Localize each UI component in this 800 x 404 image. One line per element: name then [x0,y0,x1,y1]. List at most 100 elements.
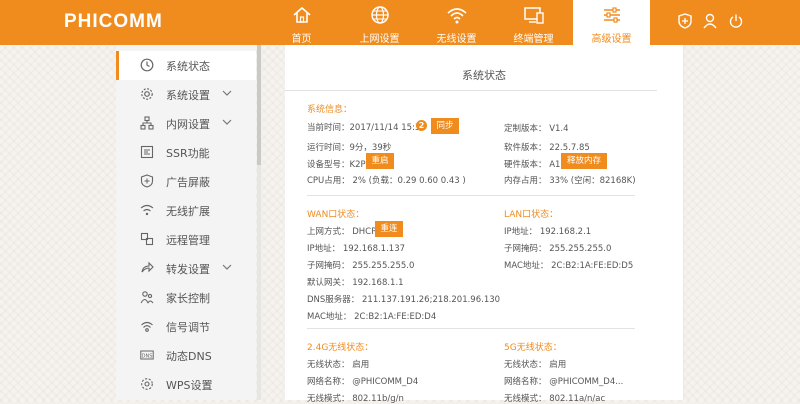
sidebar-item-forwarding[interactable]: 转发设置 [116,254,256,283]
sidebar-item-label: 广告屏蔽 [166,176,210,189]
lan-ip: IP地址： 192.168.2.1 [504,227,592,237]
wan-ip: IP地址： 192.168.1.137 [307,244,406,254]
lan-status-heading: LAN口状态： [504,210,559,220]
sidebar-item-label: 信号调节 [166,321,210,334]
nav-tab-label: 首页 [291,34,312,45]
nav-tab-label: 终端管理 [513,34,554,45]
clock-icon [140,58,154,72]
current-time: 当前时间：2017/11/14 15:35 [307,123,426,133]
wan-mac: MAC地址： 2C:B2:1A:FE:ED:D4 [307,312,437,322]
power-icon[interactable] [729,13,743,29]
wifi-5g-heading: 5G无线状态： [504,343,562,353]
firmware-version: 软件版本： 22.5.7.85 [504,143,590,153]
nav-tab-internet[interactable]: 上网设置 [341,0,418,45]
network-icon [140,116,154,130]
sidebar-item-ddns[interactable]: DNS 动态DNS [116,341,256,370]
sidebar-item-system-status[interactable]: 系统状态 [116,51,256,80]
nav-tab-devices[interactable]: 终端管理 [495,0,572,45]
chevron-down-icon [222,90,232,96]
section-divider [307,195,635,196]
custom-version: 定制版本： V1.4 [504,124,569,134]
title-divider [285,90,657,91]
reconnect-button[interactable]: 重连 [375,221,403,237]
wifi-5g-state: 无线状态： 启用 [504,360,567,370]
lan-subnet-mask: 子网掩码： 255.255.255.0 [504,244,612,254]
forward-icon [141,261,154,273]
sidebar-item-label: SSR功能 [166,147,210,160]
shield-icon [140,174,154,188]
lan-mac: MAC地址： 2C:B2:1A:FE:ED:D5 [504,261,634,271]
globe-icon [370,6,389,24]
wan-gateway: 默认网关： 192.168.1.1 [307,278,404,288]
sidebar-item-label: 转发设置 [166,263,210,276]
sidebar-item-parental-control[interactable]: 家长控制 [116,283,256,312]
wan-status-heading: WAN口状态： [307,210,365,220]
wifi-24g-ssid: 网络名称： @PHICOMM_D4 [307,377,419,387]
sidebar-item-label: 系统状态 [166,60,210,73]
sync-count-badge: 2 [416,120,427,131]
home-icon [292,6,311,23]
page-title: 系统状态 [462,69,506,82]
sidebar-item-label: 无线扩展 [166,205,210,218]
sidebar-item-label: 家长控制 [166,292,210,305]
cpu-usage: CPU占用： 2% (负载：0.29 0.60 0.43 ) [307,176,466,186]
wifi-extend-icon [140,204,154,216]
wan-connection-type: 上网方式： DHCP [307,227,377,237]
wifi-icon [446,8,467,24]
system-status-panel: 系统状态 系统信息： 当前时间：2017/11/14 15:35 2 同步 运行… [285,45,683,404]
sidebar-item-wps[interactable]: WPS设置 [116,370,256,399]
uptime: 运行时间：9分，39秒 [307,143,392,153]
wifi-24g-mode: 无线模式： 802.11b/g/n [307,394,404,404]
chevron-down-icon [222,119,232,125]
sidebar: 系统状态 系统设置 内网设置 SSR功能 广告屏蔽 无线扩展 远程管理 转发设置… [116,45,256,400]
devices-icon [523,7,544,24]
sidebar-item-label: 系统设置 [166,89,210,102]
wifi-24g-heading: 2.4G无线状态： [307,343,374,353]
sidebar-item-ssr[interactable]: SSR功能 [116,138,256,167]
device-model: 设备型号：K2P [307,160,366,170]
nav-tab-label: 无线设置 [436,34,477,45]
wifi-5g-ssid: 网络名称： @PHICOMM_D4... [504,377,624,387]
top-navigation-bar: PHICOMM 首页 上网设置 无线设置 终端管理 高级设置 [0,0,800,45]
sidebar-item-system-settings[interactable]: 系统设置 [116,80,256,109]
signal-icon [141,321,153,332]
sidebar-item-label: 动态DNS [166,350,212,363]
dns-icon: DNS [140,350,154,360]
ssr-icon [140,145,154,159]
sidebar-item-label: 内网设置 [166,118,210,131]
sidebar-item-wireless-extend[interactable]: 无线扩展 [116,196,256,225]
sidebar-scrollbar-thumb[interactable] [257,45,261,165]
nav-tab-advanced[interactable]: 高级设置 [573,0,650,45]
system-info-heading: 系统信息： [307,105,353,115]
sidebar-item-remote-management[interactable]: 远程管理 [116,225,256,254]
brand-logo: PHICOMM [64,11,163,32]
wifi-24g-state: 无线状态： 启用 [307,360,370,370]
shield-icon[interactable] [678,13,692,29]
nav-tab-label: 上网设置 [359,34,400,45]
svg-text:DNS: DNS [142,353,153,359]
sidebar-item-label: 远程管理 [166,234,210,247]
memory-usage: 内存占用： 33% (空闲：82168K) [504,176,636,186]
gear-icon [141,88,153,100]
sidebar-item-lan-settings[interactable]: 内网设置 [116,109,256,138]
wifi-5g-mode: 无线模式： 802.11a/n/ac [504,394,606,404]
remote-icon [140,232,154,246]
sidebar-item-ad-block[interactable]: 广告屏蔽 [116,167,256,196]
free-memory-button[interactable]: 释放内存 [561,153,607,169]
section-divider [307,328,635,329]
wps-icon [141,378,153,390]
panel-edge [683,45,684,400]
wan-dns: DNS服务器： 211.137.191.26;218.201.96.130 [307,295,501,305]
wan-subnet-mask: 子网掩码： 255.255.255.0 [307,261,415,271]
user-icon[interactable] [703,13,717,29]
reboot-button[interactable]: 重启 [366,153,394,169]
nav-tab-label: 高级设置 [591,34,632,45]
sync-time-button[interactable]: 同步 [431,118,459,134]
chevron-down-icon [222,264,232,270]
nav-tab-wireless[interactable]: 无线设置 [418,0,495,45]
parent-icon [140,291,154,304]
hardware-version: 硬件版本： A1 [504,160,561,170]
sliders-icon [603,7,620,23]
sidebar-item-signal-adjust[interactable]: 信号调节 [116,312,256,341]
nav-tab-home[interactable]: 首页 [263,0,340,45]
